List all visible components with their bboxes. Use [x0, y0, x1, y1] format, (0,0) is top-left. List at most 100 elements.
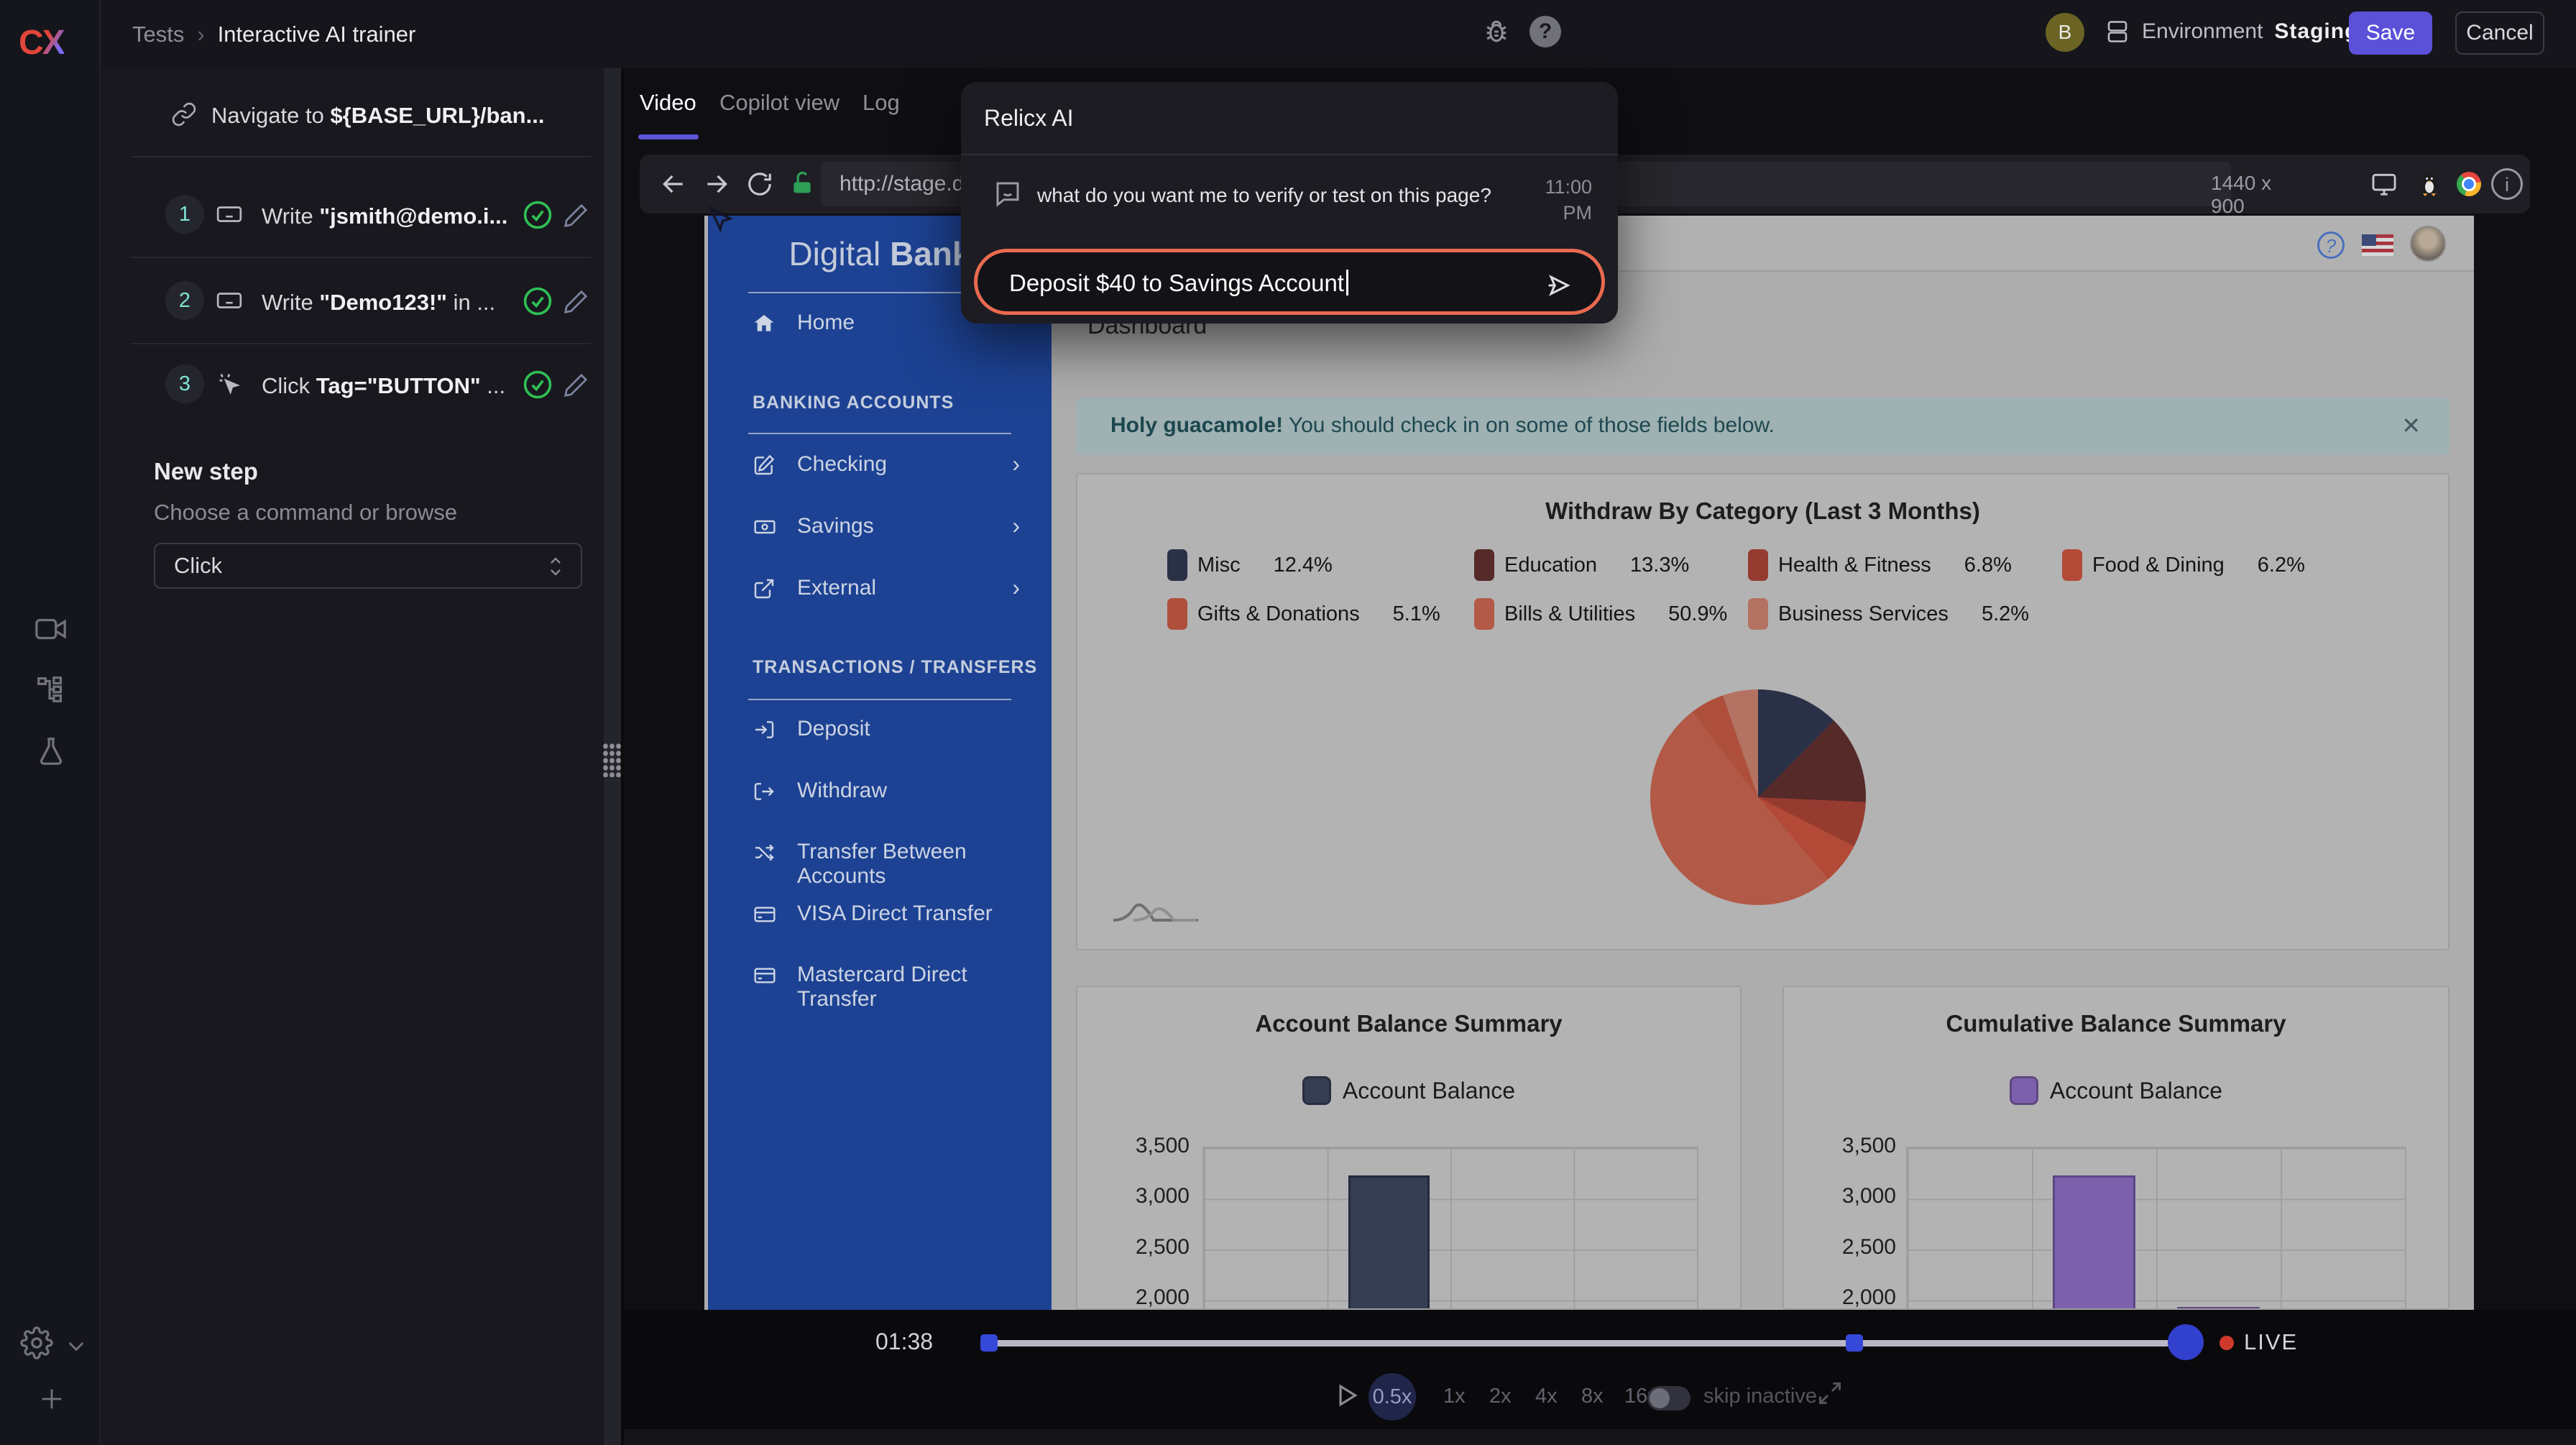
bank-nav-withdraw-label: Withdraw — [797, 779, 887, 803]
cursor-click-icon — [216, 370, 243, 398]
refresh-icon[interactable] — [746, 170, 773, 198]
credit-card-icon — [753, 964, 777, 987]
progress-track[interactable] — [980, 1340, 2195, 1347]
bank-nav-deposit[interactable]: Deposit — [708, 714, 1052, 750]
external-link-icon — [753, 577, 776, 600]
tab-video[interactable]: Video — [640, 90, 696, 116]
command-select[interactable]: Click — [154, 543, 582, 589]
step-1-prefix: Write — [262, 203, 319, 229]
bank-divider — [748, 433, 1011, 434]
gear-icon[interactable] — [20, 1326, 53, 1359]
dialog-divider — [961, 154, 1618, 155]
progress-marker-start[interactable] — [980, 1334, 998, 1352]
cancel-button[interactable]: Cancel — [2455, 12, 2544, 55]
sparkline-icon — [1112, 891, 1200, 926]
legend-value: 50.9% — [1668, 602, 1727, 626]
speed-4x-button[interactable]: 4x — [1535, 1385, 1558, 1408]
legend-item[interactable]: Misc12.4% — [1167, 549, 1333, 581]
bank-nav-savings[interactable]: Savings › — [708, 511, 1052, 547]
send-icon[interactable] — [1544, 271, 1573, 300]
flask-icon[interactable] — [34, 735, 68, 768]
step-3-value: Tag="BUTTON" — [316, 373, 481, 398]
step-divider — [131, 343, 591, 344]
chat-bubble-icon — [993, 178, 1023, 208]
legend-item[interactable]: Business Services5.2% — [1748, 598, 2029, 630]
us-flag-icon[interactable] — [2362, 234, 2393, 256]
monitor-icon[interactable] — [2370, 170, 2398, 198]
linux-penguin-icon[interactable] — [2415, 169, 2444, 198]
bar-chart-legend[interactable]: Account Balance — [1784, 1076, 2448, 1105]
alert-close-icon[interactable]: ✕ — [2401, 412, 2421, 439]
legend-item[interactable]: Health & Fitness6.8% — [1748, 549, 2012, 581]
play-icon[interactable] — [1333, 1382, 1360, 1409]
bank-nav-transfer[interactable]: Transfer Between Accounts — [708, 837, 1052, 873]
bank-nav-visa-transfer[interactable]: VISA Direct Transfer — [708, 899, 1052, 935]
timestamp-hour: 11:00 — [1545, 174, 1592, 200]
breadcrumb-tests[interactable]: Tests — [132, 22, 184, 47]
user-avatar[interactable]: B — [2046, 13, 2084, 52]
video-player-bar: 01:38 LIVE 0.5x 1x 2x 4x 8x 16x skip ina… — [624, 1310, 2576, 1429]
info-icon[interactable]: i — [2491, 168, 2523, 200]
legend-item[interactable]: Bills & Utilities50.9% — [1474, 598, 1727, 630]
sitemap-icon[interactable] — [34, 673, 68, 706]
legend-item[interactable]: Gifts & Donations5.1% — [1167, 598, 1440, 630]
bar-chart-legend[interactable]: Account Balance — [1077, 1076, 1740, 1105]
y-axis-tick: 2,000 — [1089, 1285, 1190, 1310]
speed-2x-button[interactable]: 2x — [1489, 1385, 1512, 1408]
save-button[interactable]: Save — [2349, 12, 2432, 55]
prompt-input[interactable]: Deposit $40 to Savings Account — [974, 249, 1605, 315]
step-1-edit-icon[interactable] — [562, 202, 589, 229]
sign-in-icon — [753, 718, 776, 741]
step-1-label[interactable]: Write "jsmith@demo.i... — [262, 203, 507, 229]
back-icon[interactable] — [660, 170, 687, 198]
add-icon[interactable] — [37, 1385, 66, 1413]
chevron-right-icon: › — [1012, 574, 1020, 601]
chrome-browser-icon[interactable] — [2457, 172, 2481, 196]
speed-8x-button[interactable]: 8x — [1581, 1385, 1604, 1408]
bug-icon[interactable] — [1481, 16, 1512, 47]
progress-handle[interactable] — [2168, 1324, 2204, 1360]
legend-item[interactable]: Food & Dining6.2% — [2062, 549, 2305, 581]
navigate-step[interactable]: Navigate to ${BASE_URL}/ban... — [211, 103, 544, 129]
step-3-edit-icon[interactable] — [562, 372, 589, 399]
legend-item[interactable]: Education13.3% — [1474, 549, 1689, 581]
tab-log[interactable]: Log — [862, 90, 900, 116]
bank-help-icon[interactable]: ? — [2317, 231, 2345, 259]
step-2-success-icon — [522, 285, 553, 317]
step-3-label[interactable]: Click Tag="BUTTON" ... — [262, 373, 505, 399]
keyboard-icon — [216, 201, 243, 228]
video-camera-icon[interactable] — [34, 613, 68, 646]
speed-1x-button[interactable]: 1x — [1443, 1385, 1466, 1408]
chevron-down-icon[interactable] — [65, 1334, 88, 1357]
bank-nav-checking[interactable]: Checking › — [708, 449, 1052, 485]
bank-nav-savings-label: Savings — [797, 514, 874, 538]
bank-nav-visa-label: VISA Direct Transfer — [797, 902, 993, 926]
bar-account-balance[interactable] — [1348, 1175, 1430, 1310]
bar-cumulative-balance-1[interactable] — [2053, 1175, 2135, 1310]
environment-label: Environment — [2142, 19, 2263, 44]
shuffle-icon — [753, 841, 776, 864]
progress-marker[interactable] — [1846, 1334, 1863, 1352]
video-frame[interactable]: Digital Bank Home BANKING ACCOUNTS Check… — [704, 216, 2474, 1310]
tab-copilot-view[interactable]: Copilot view — [719, 90, 840, 116]
pie-chart-title: Withdraw By Category (Last 3 Months) — [1077, 497, 2448, 525]
legend-swatch — [1167, 598, 1187, 630]
account-balance-card: Account Balance Summary Account Balance … — [1076, 986, 1742, 1310]
bank-nav-withdraw[interactable]: Withdraw — [708, 776, 1052, 812]
prompt-input-value: Deposit $40 to Savings Account — [1009, 270, 1344, 296]
speed-0-5x-button[interactable]: 0.5x — [1368, 1373, 1416, 1421]
bank-sidebar: Digital Bank Home BANKING ACCOUNTS Check… — [708, 216, 1052, 1310]
step-2-edit-icon[interactable] — [562, 288, 589, 316]
forward-icon[interactable] — [703, 170, 730, 198]
environment-selector[interactable]: Environment Staging — [2104, 19, 2358, 45]
help-icon[interactable]: ? — [1530, 16, 1561, 47]
bank-user-avatar[interactable] — [2410, 226, 2446, 262]
cx-logo[interactable]: CX — [19, 23, 64, 63]
step-2-label[interactable]: Write "Demo123!" in ... — [262, 290, 495, 316]
panel-resize-grip[interactable] — [602, 743, 622, 777]
bank-nav-external[interactable]: External › — [708, 573, 1052, 609]
y-axis-tick: 2,500 — [1795, 1235, 1896, 1260]
skip-inactive-toggle[interactable] — [1647, 1386, 1690, 1410]
fullscreen-icon[interactable] — [1817, 1380, 1843, 1406]
bank-nav-mastercard-transfer[interactable]: Mastercard Direct Transfer — [708, 960, 1052, 996]
